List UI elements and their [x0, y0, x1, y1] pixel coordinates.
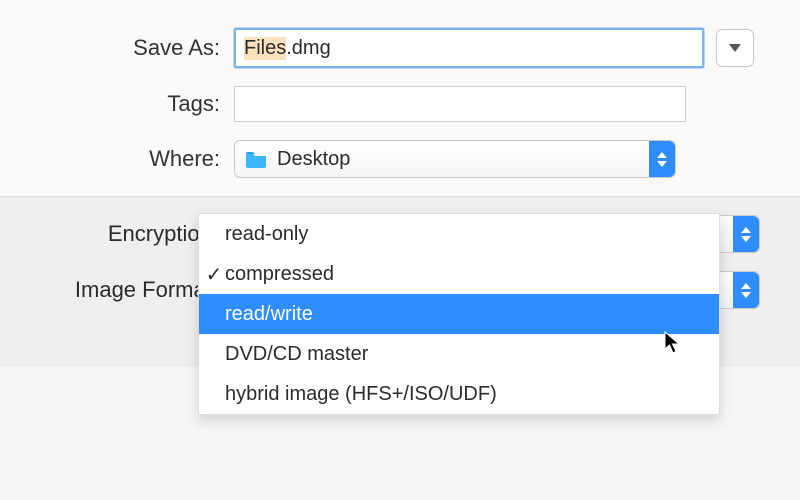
save-as-wrap: Files.dmg — [234, 28, 754, 68]
where-popup[interactable]: Desktop — [234, 140, 676, 178]
where-stepper-icon — [649, 141, 675, 177]
image-format-option-read-write[interactable]: read/write — [199, 294, 719, 334]
image-format-option-compressed[interactable]: ✓ compressed — [199, 254, 719, 294]
where-label: Where: — [40, 146, 234, 172]
cursor-icon — [664, 331, 682, 355]
save-sheet-options: Encryption: Image Format: read-only ✓ co… — [0, 196, 800, 367]
expand-save-dialog-button[interactable] — [716, 29, 754, 67]
checkmark-icon: ✓ — [203, 262, 225, 287]
menu-item-label: read/write — [225, 303, 313, 326]
image-format-menu[interactable]: read-only ✓ compressed read/write DVD/CD… — [198, 213, 720, 415]
menu-item-label: compressed — [225, 263, 334, 286]
save-as-input[interactable]: Files.dmg — [234, 28, 704, 68]
menu-item-label: hybrid image (HFS+/ISO/UDF) — [225, 383, 497, 406]
tags-input[interactable] — [234, 86, 686, 122]
tags-row: Tags: — [40, 86, 760, 122]
save-as-label: Save As: — [40, 35, 234, 61]
filename-ext: .dmg — [286, 37, 330, 60]
where-location: Desktop — [277, 148, 350, 171]
filename-base: Files — [244, 37, 286, 60]
save-as-row: Save As: Files.dmg — [40, 28, 760, 68]
menu-item-label: read-only — [225, 223, 308, 246]
folder-icon — [245, 150, 267, 168]
encryption-stepper-icon — [733, 216, 759, 252]
image-format-option-hybrid[interactable]: hybrid image (HFS+/ISO/UDF) — [199, 374, 719, 414]
where-row: Where: Desktop — [40, 140, 760, 178]
tags-label: Tags: — [40, 91, 234, 117]
save-sheet-top: Save As: Files.dmg Tags: Where: Desktop — [0, 0, 800, 196]
chevron-down-icon — [729, 44, 741, 52]
image-format-option-dvd-cd-master[interactable]: DVD/CD master — [199, 334, 719, 374]
menu-item-label: DVD/CD master — [225, 343, 368, 366]
image-format-stepper-icon — [733, 272, 759, 308]
image-format-option-read-only[interactable]: read-only — [199, 214, 719, 254]
